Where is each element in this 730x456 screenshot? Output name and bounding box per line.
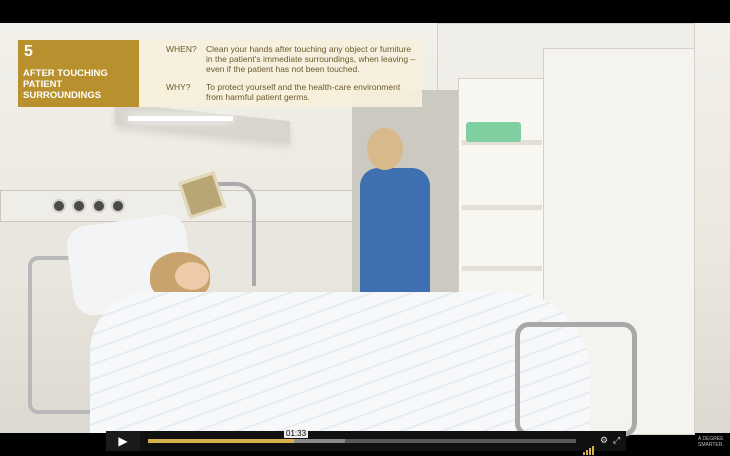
when-text: Clean your hands after touching any obje… [206, 44, 416, 74]
volume-bars-icon[interactable] [583, 437, 597, 455]
shelf [462, 205, 542, 210]
brand-tagline: A DEGREE SMARTER. [698, 436, 724, 448]
step-number: 5 [24, 43, 33, 60]
play-icon: ▶ [118, 434, 128, 448]
play-button[interactable]: ▶ [106, 431, 140, 451]
fullscreen-icon[interactable]: ⤢ [613, 435, 620, 446]
progress-bar[interactable] [148, 439, 294, 443]
why-text: To protect yourself and the health-care … [206, 82, 401, 102]
gas-outlet [111, 199, 125, 213]
step-title: AFTER TOUCHING PATIENT SURROUNDINGS [23, 68, 108, 101]
patient-face [175, 262, 209, 290]
gas-outlet [92, 199, 106, 213]
brand-name: EDU [700, 425, 720, 435]
shelf [462, 266, 542, 271]
bed-rail [515, 322, 637, 437]
gas-outlet [52, 199, 66, 213]
when-label: WHEN? [166, 44, 197, 54]
current-time: 01:33 [284, 429, 309, 438]
green-towels [466, 122, 521, 142]
lamp-light [128, 116, 233, 121]
gas-outlet [72, 199, 86, 213]
step-badge: 5 AFTER TOUCHING PATIENT SURROUNDINGS [18, 40, 139, 107]
nurse-head [367, 128, 403, 170]
why-label: WHY? [166, 82, 191, 92]
gear-icon[interactable]: ⚙ [600, 435, 608, 446]
